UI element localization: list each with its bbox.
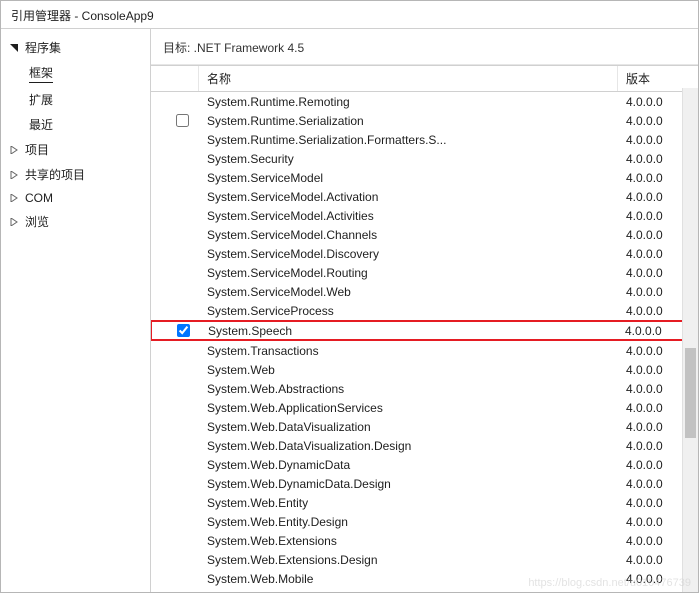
scrollbar-thumb[interactable]	[685, 348, 696, 438]
cell-name: System.ServiceModel.Discovery	[199, 247, 618, 261]
sidebar-item-最近[interactable]: 最近	[1, 112, 150, 137]
expander-icon	[9, 217, 19, 227]
expander-icon	[9, 193, 19, 203]
assembly-row[interactable]: System.Runtime.Serialization.Formatters.…	[151, 130, 698, 149]
cell-name: System.Web.RegularExpressions	[199, 591, 618, 593]
cell-name: System.Web.ApplicationServices	[199, 401, 618, 415]
cell-name: System.Web.DynamicData	[199, 458, 618, 472]
assembly-grid-body[interactable]: System.Runtime.Remoting4.0.0.0System.Run…	[151, 92, 698, 592]
cell-name: System.Security	[199, 152, 618, 166]
sidebar-group-label: 程序集	[25, 39, 61, 56]
sidebar-group-label: COM	[25, 191, 53, 205]
cell-name: System.ServiceModel.Web	[199, 285, 618, 299]
cell-name: System.ServiceModel.Activation	[199, 190, 618, 204]
reference-manager-window: 引用管理器 - ConsoleApp9 程序集框架扩展最近项目共享的项目 COM 浏…	[0, 0, 699, 593]
cell-name: System.Web.Extensions	[199, 534, 618, 548]
assembly-row[interactable]: System.Web.Entity.Design4.0.0.0	[151, 512, 698, 531]
cell-name: System.Runtime.Remoting	[199, 95, 618, 109]
window-title: 引用管理器 - ConsoleApp9	[1, 1, 698, 29]
assembly-row[interactable]: System.Web.Entity4.0.0.0	[151, 493, 698, 512]
cell-name: System.Transactions	[199, 344, 618, 358]
assembly-row[interactable]: System.Web.DynamicData.Design4.0.0.0	[151, 474, 698, 493]
assembly-row[interactable]: System.ServiceModel.Channels4.0.0.0	[151, 225, 698, 244]
assembly-row[interactable]: System.Transactions4.0.0.0	[151, 341, 698, 360]
assembly-row[interactable]: System.Runtime.Remoting4.0.0.0	[151, 92, 698, 111]
target-framework-label: 目标: .NET Framework 4.5	[151, 29, 698, 65]
cell-name: System.Runtime.Serialization	[199, 114, 618, 128]
cell-name: System.ServiceModel	[199, 171, 618, 185]
cell-name: System.Web.Extensions.Design	[199, 553, 618, 567]
assembly-checkbox[interactable]	[176, 114, 189, 127]
assembly-row[interactable]: System.Web.RegularExpressions4.0.0.0	[151, 588, 698, 592]
assembly-row[interactable]: System.Web.DataVisualization4.0.0.0	[151, 417, 698, 436]
cell-name: System.ServiceProcess	[199, 304, 618, 318]
sidebar-group-label: 浏览	[25, 213, 49, 230]
column-header-check[interactable]	[151, 66, 199, 91]
sidebar-item-label: 扩展	[29, 91, 53, 108]
sidebar-item-label: 框架	[29, 64, 53, 83]
cell-check	[151, 114, 199, 127]
sidebar-group-程序集[interactable]: 程序集	[1, 35, 150, 60]
sidebar-group-label: 共享的项目	[25, 166, 85, 183]
expander-icon	[9, 170, 19, 180]
sidebar-group-label: 项目	[25, 141, 49, 158]
expander-icon	[9, 145, 19, 155]
sidebar-group-COM[interactable]: COM	[1, 187, 150, 209]
cell-name: System.Runtime.Serialization.Formatters.…	[199, 133, 618, 147]
assembly-row[interactable]: System.Web.Extensions.Design4.0.0.0	[151, 550, 698, 569]
assembly-grid-header: 名称 版本	[151, 65, 698, 92]
assembly-row[interactable]: System.Web.DynamicData4.0.0.0	[151, 455, 698, 474]
cell-name: System.Web	[199, 363, 618, 377]
assembly-row[interactable]: System.ServiceModel.Activities4.0.0.0	[151, 206, 698, 225]
sidebar-group-共享的项目[interactable]: 共享的项目	[1, 162, 150, 187]
cell-name: System.Web.DataVisualization	[199, 420, 618, 434]
assembly-row[interactable]: System.ServiceModel.Activation4.0.0.0	[151, 187, 698, 206]
sidebar-group-项目[interactable]: 项目	[1, 137, 150, 162]
expander-icon	[9, 43, 19, 53]
cell-name: System.ServiceModel.Channels	[199, 228, 618, 242]
assembly-checkbox[interactable]	[177, 324, 190, 337]
sidebar-item-label: 最近	[29, 116, 53, 133]
cell-name: System.ServiceModel.Activities	[199, 209, 618, 223]
cell-name: System.Web.Entity	[199, 496, 618, 510]
sidebar-item-扩展[interactable]: 扩展	[1, 87, 150, 112]
cell-name: System.Web.Entity.Design	[199, 515, 618, 529]
column-header-name[interactable]: 名称	[199, 66, 618, 91]
sidebar: 程序集框架扩展最近项目共享的项目 COM 浏览	[1, 29, 151, 592]
sidebar-group-浏览[interactable]: 浏览	[1, 209, 150, 234]
cell-name: System.Web.Mobile	[199, 572, 618, 586]
cell-name: System.Web.DynamicData.Design	[199, 477, 618, 491]
assembly-row[interactable]: System.Web.Extensions4.0.0.0	[151, 531, 698, 550]
window-body: 程序集框架扩展最近项目共享的项目 COM 浏览 目标: .NET Framework…	[1, 29, 698, 592]
cell-name: System.ServiceModel.Routing	[199, 266, 618, 280]
assembly-row[interactable]: System.ServiceModel.Discovery4.0.0.0	[151, 244, 698, 263]
assembly-row[interactable]: System.Web.DataVisualization.Design4.0.0…	[151, 436, 698, 455]
assembly-row[interactable]: System.Web.Mobile4.0.0.0	[151, 569, 698, 588]
assembly-row[interactable]: System.Web.ApplicationServices4.0.0.0	[151, 398, 698, 417]
assembly-row[interactable]: System.Web4.0.0.0	[151, 360, 698, 379]
assembly-row[interactable]: System.ServiceModel4.0.0.0	[151, 168, 698, 187]
assembly-row[interactable]: System.Security4.0.0.0	[151, 149, 698, 168]
assembly-row[interactable]: System.ServiceProcess4.0.0.0	[151, 301, 698, 320]
cell-name: System.Speech	[200, 324, 617, 338]
vertical-scrollbar[interactable]	[682, 88, 698, 592]
sidebar-item-框架[interactable]: 框架	[1, 60, 150, 87]
assembly-row[interactable]: System.ServiceModel.Routing4.0.0.0	[151, 263, 698, 282]
main-panel: 目标: .NET Framework 4.5 名称 版本 System.Runt…	[151, 29, 698, 592]
assembly-row[interactable]: System.ServiceModel.Web4.0.0.0	[151, 282, 698, 301]
assembly-row[interactable]: System.Speech4.0.0.0	[151, 320, 698, 341]
cell-check	[152, 324, 200, 337]
assembly-row[interactable]: System.Runtime.Serialization4.0.0.0	[151, 111, 698, 130]
assembly-row[interactable]: System.Web.Abstractions4.0.0.0	[151, 379, 698, 398]
cell-name: System.Web.Abstractions	[199, 382, 618, 396]
cell-name: System.Web.DataVisualization.Design	[199, 439, 618, 453]
